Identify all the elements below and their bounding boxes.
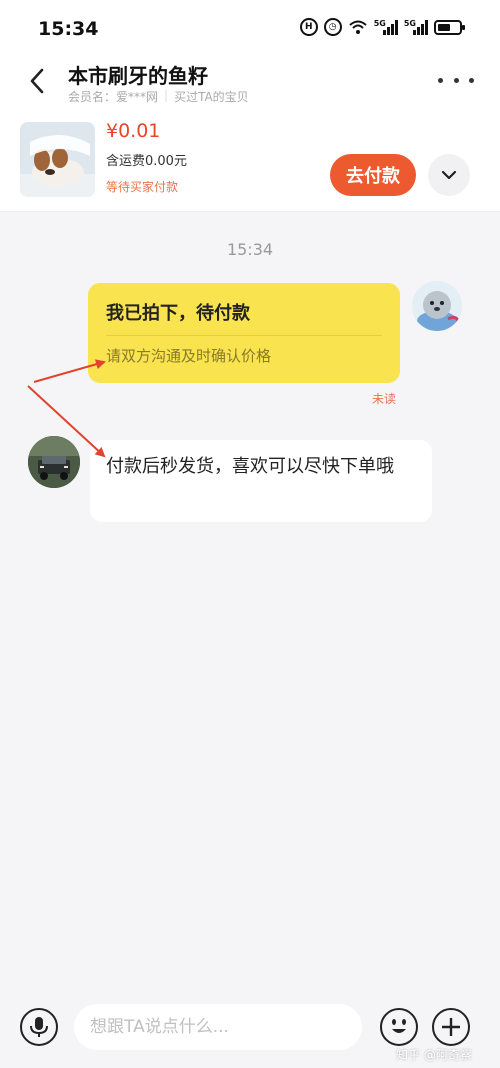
- order-status: 等待买家付款: [106, 180, 179, 194]
- watermark: 知乎 @阿奇察: [396, 1048, 472, 1062]
- avatar[interactable]: [28, 436, 80, 488]
- read-status: 未读: [372, 392, 397, 406]
- status-bar: 15:34 H ◷ 5G 5G: [0, 0, 500, 58]
- header-subtitle: 会员名：爱***网 | 买过TA的宝贝: [68, 88, 249, 105]
- alarm-icon: ◷: [323, 18, 342, 36]
- status-icons: H ◷ 5G 5G: [299, 18, 465, 36]
- plus-icon[interactable]: [432, 1008, 470, 1046]
- product-thumbnail[interactable]: [20, 122, 95, 197]
- divider: |: [164, 88, 169, 102]
- page-title: 本市刷牙的鱼籽: [68, 64, 208, 88]
- order-system-message[interactable]: 我已拍下，待付款 请双方沟通及时确认价格: [88, 283, 400, 383]
- seal-avatar-icon: [412, 281, 462, 331]
- order-price: ¥0.01: [106, 120, 161, 142]
- microphone-icon[interactable]: [20, 1008, 58, 1046]
- chat-message[interactable]: 付款后秒发货，喜欢可以尽快下单哦: [90, 440, 432, 522]
- signal-icon-2: 5G: [404, 19, 428, 35]
- car-avatar-icon: [28, 436, 80, 488]
- chat-header: 本市刷牙的鱼籽 会员名：爱***网 | 买过TA的宝贝: [0, 58, 500, 110]
- wifi-icon: [349, 20, 367, 34]
- hd-icon: H: [299, 18, 318, 36]
- emoji-icon[interactable]: [380, 1008, 418, 1046]
- chevron-down-icon[interactable]: [428, 154, 470, 196]
- message-input[interactable]: [74, 1004, 362, 1050]
- order-card[interactable]: ¥0.01 含运费0.00元 等待买家付款 去付款: [0, 110, 500, 212]
- message-subtitle: 请双方沟通及时确认价格: [106, 347, 272, 365]
- more-icon[interactable]: [438, 70, 474, 90]
- bought-link[interactable]: 买过TA的宝贝: [174, 88, 249, 105]
- back-icon[interactable]: [24, 66, 54, 96]
- avatar[interactable]: [412, 281, 462, 331]
- member-name: 会员名：爱***网: [68, 90, 159, 104]
- battery-icon: [434, 19, 465, 35]
- message-title: 我已拍下，待付款: [106, 303, 250, 324]
- pay-button[interactable]: 去付款: [330, 154, 416, 196]
- shipping-fee: 含运费0.00元: [106, 154, 187, 169]
- signal-icon-1: 5G: [374, 19, 398, 35]
- status-time: 15:34: [38, 18, 99, 40]
- divider: [106, 335, 382, 336]
- chat-timestamp: 15:34: [226, 240, 274, 259]
- puppy-image: [20, 122, 95, 197]
